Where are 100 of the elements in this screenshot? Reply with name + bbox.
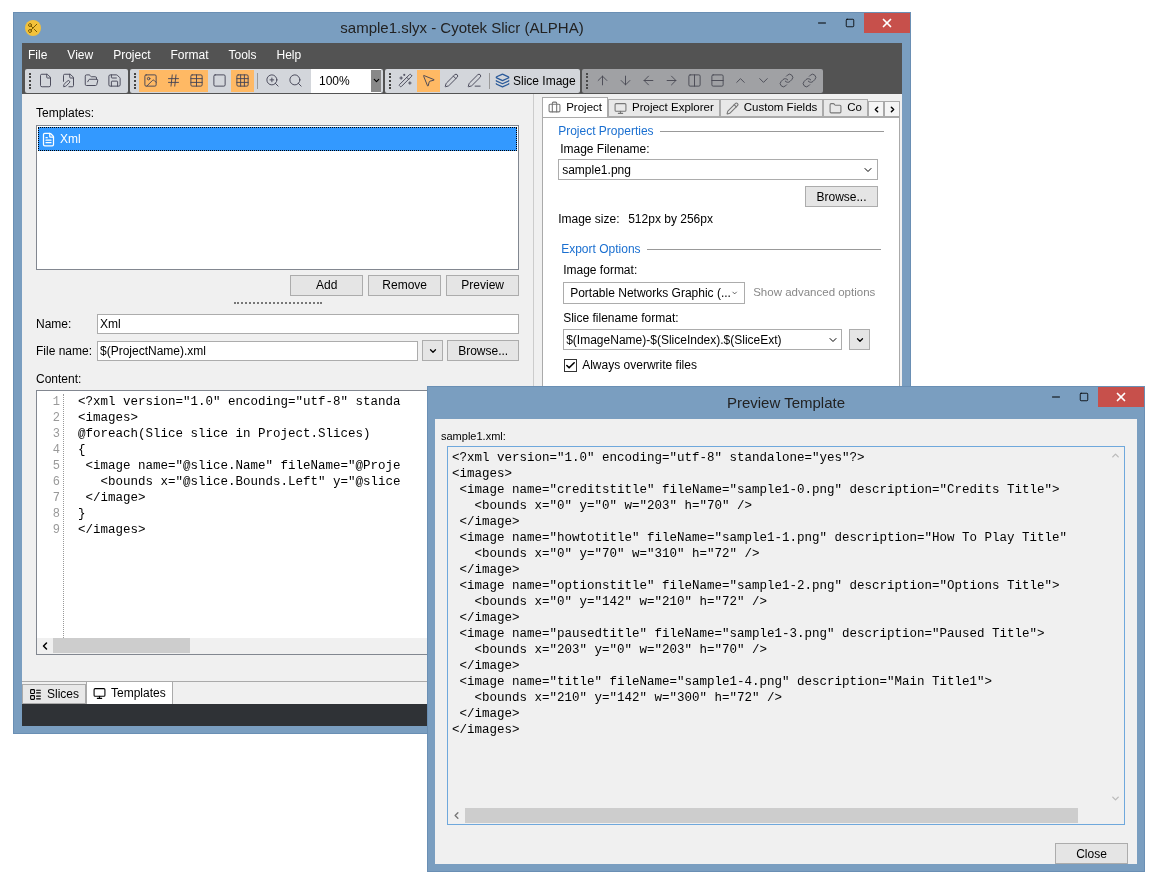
menu-item[interactable]: Project [113,46,151,64]
file-name-dropdown[interactable] [422,340,444,362]
file-label: sample1.xml: [441,428,507,444]
preview-line: <image name="creditstitle" fileName="sample1-0.png" description="Credits Title"> [458,482,1061,498]
image-icon [143,73,158,88]
code-line: { [78,442,87,459]
dialog-title: Preview Template [726,392,846,413]
preview-line: <image name="pausedtitle" fileName="sample1-3.png" description="Paused Title"> [458,626,1046,642]
window-title: sample1.slyx - Cyotek Slicr (ALPHA) [340,17,584,38]
content-label: Content: [36,371,83,389]
slice-format-label: Slice filename format: [563,310,680,327]
app-logo-icon [25,20,41,36]
zoom-combo[interactable]: 100% [311,68,381,93]
slice-format-combo[interactable]: $(ImageName)-$(SliceIndex).$(SliceExt) [563,329,843,350]
slice-format-menu-button[interactable] [849,329,871,350]
pencil-icon [725,101,739,115]
property-tab[interactable]: Project [542,97,608,117]
scroll-down-icon [1110,793,1121,804]
browse-button[interactable]: Browse... [805,186,878,207]
section-heading: Project Properties [558,123,654,140]
image-format-label: Image format: [563,262,639,279]
toolbar-button[interactable] [231,69,254,92]
property-tab[interactable]: Co [823,99,868,117]
preview-line: <bounds x="0" y="142" w="210" h="72" /> [473,594,769,610]
close-icon [880,16,894,30]
line-number: 2 [52,410,60,427]
toolbar-button[interactable] [417,69,440,92]
maximize-icon [1079,392,1089,402]
code-line: </images> [78,522,147,539]
line-number: 9 [52,522,60,539]
slices-icon [29,687,42,701]
folder-icon [829,101,843,115]
bottom-tab[interactable]: Slices [22,684,86,704]
template-action-button[interactable]: Add [290,274,364,296]
pencil-icon [444,73,459,88]
image-filename-combo[interactable]: sample1.png [558,159,878,180]
preview-line: </image> [458,610,521,626]
menu-item[interactable]: View [67,46,94,64]
preview-line: <bounds x="210" y="142" w="300" h="72" /> [473,690,784,706]
code-line: <bounds x="@slice.Bounds.Left" y="@slice [99,474,401,491]
template-action-button[interactable]: Remove [368,274,442,296]
dropdown-icon [371,76,381,85]
align-top-icon [594,73,610,88]
menu-item[interactable]: File [28,46,48,64]
grid-icon [235,73,250,88]
menu-item[interactable]: Tools [228,46,257,64]
briefcase-icon [548,101,562,114]
bottom-tab[interactable]: Templates [86,681,173,704]
zoom-icon [288,73,303,88]
preview-line: <image name="optionstitle" fileName="sample1-2.png" description="Options Title"> [458,578,1061,594]
menu-item[interactable]: Help [276,46,302,64]
name-field[interactable]: Xml [97,313,520,334]
overwrite-label: Always overwrite files [582,357,697,374]
link-icon [801,73,817,88]
preview-line: <bounds x="0" y="0" w="203" h="70" /> [473,498,754,514]
overwrite-checkbox[interactable] [564,358,578,372]
rows-icon [709,73,725,88]
table-icon [189,73,204,88]
splitter-grip[interactable] [233,301,322,306]
image-format-combo[interactable]: Portable Networks Graphic (... [563,282,746,304]
property-tab[interactable]: Custom Fields [719,99,824,117]
show-advanced-link[interactable]: Show advanced options [753,284,876,302]
preview-line: </image> [458,658,521,674]
tab-scroll-right-button[interactable] [884,101,900,117]
pointer-icon [421,73,436,88]
preview-line: <image name="title" fileName="sample1-4.png" description="Main Title1"> [458,674,994,690]
code-line: } [78,506,87,523]
dialog-close-button[interactable]: Close [1055,843,1128,864]
preview-line: <?xml version="1.0" encoding="utf-8" standalone="yes"?> [452,450,866,466]
image-size-value: 512px by 256px [628,211,713,228]
toolbar-button[interactable] [185,69,208,92]
line-number: 4 [52,442,60,459]
maximize-icon [845,18,855,28]
line-number: 1 [52,394,60,411]
edit-file-icon [61,73,76,88]
code-line: <?xml version="1.0" encoding="utf-8" standa [78,394,401,411]
file-name-field[interactable]: $(ProjectName).xml [97,340,419,361]
pen-icon [467,73,482,88]
browse-button[interactable]: Browse... [447,340,520,362]
file-name-label: File name: [36,342,93,360]
line-number: 5 [52,458,60,475]
preview-line: <bounds x="203" y="0" w="203" h="70" /> [473,642,769,658]
hash-icon [166,73,181,88]
close-button[interactable] [1098,387,1144,407]
line-number: 6 [52,474,60,491]
close-button[interactable] [864,13,910,33]
preview-line: <bounds x="0" y="70" w="310" h="72" /> [473,546,761,562]
monitor-icon [614,101,627,115]
columns-icon [686,73,702,88]
preview-line: </images> [452,722,521,738]
close-icon [1114,390,1128,404]
square-icon [212,73,227,88]
tab-scroll-left-button[interactable] [868,101,884,117]
menu-item[interactable]: Format [170,46,209,64]
preview-line: </image> [458,562,521,578]
open-folder-icon [84,73,99,88]
property-tab[interactable]: Project Explorer [608,99,720,117]
template-action-button[interactable]: Preview [446,274,520,296]
toolbar-button[interactable] [139,69,162,92]
code-line: </image> [84,490,147,507]
